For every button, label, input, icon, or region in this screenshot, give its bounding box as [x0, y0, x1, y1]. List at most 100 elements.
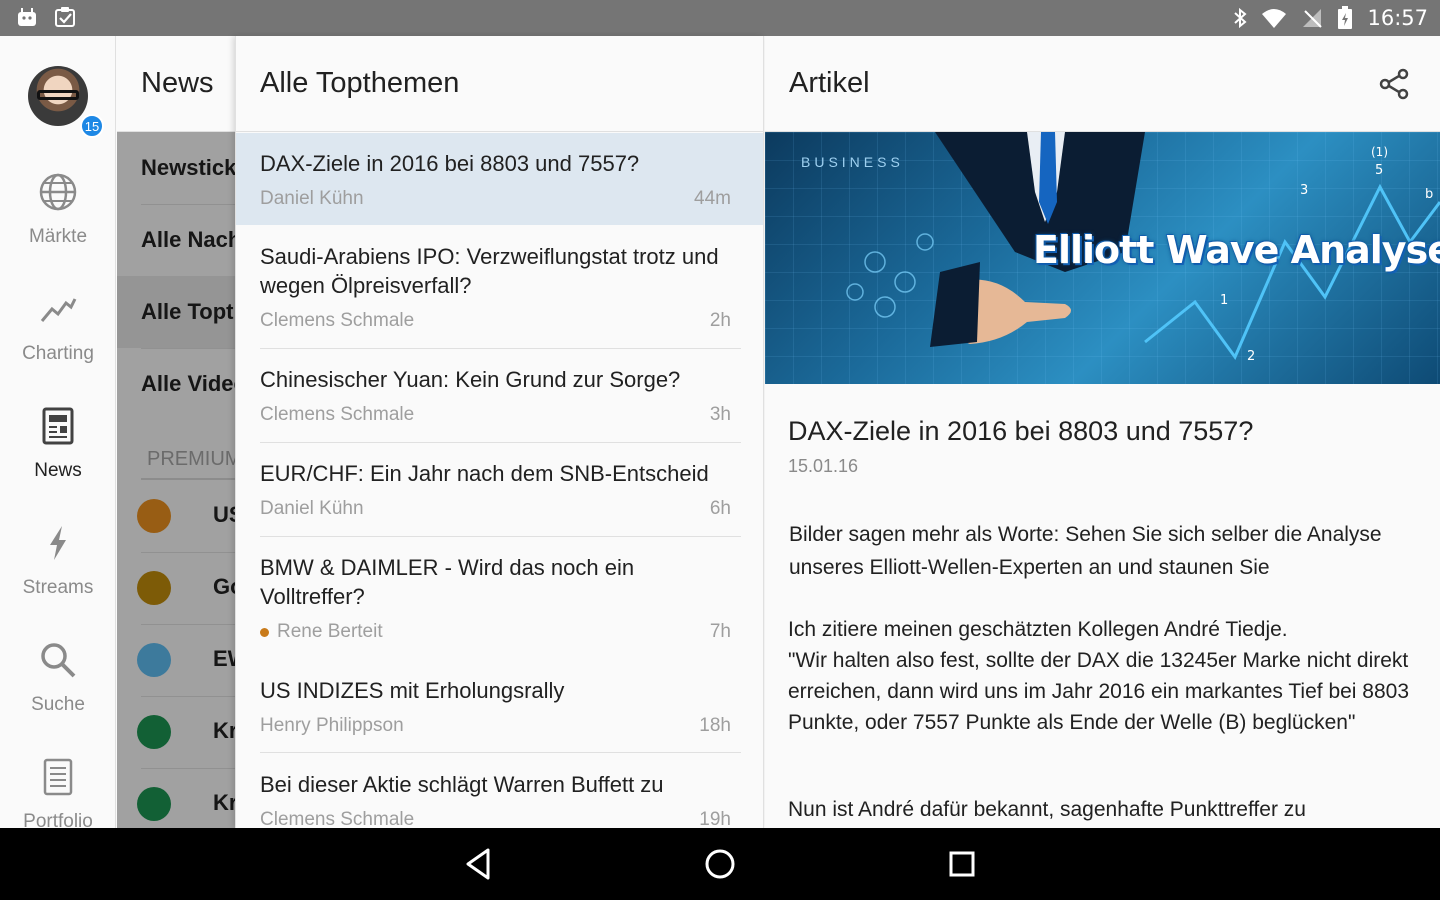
article-title: Saudi-Arabiens IPO: Verzweiflungstat tro…	[260, 244, 719, 298]
article-hero-image: BUSINESS 1 2 3 5 (1) b Elliott Wave Anal…	[765, 132, 1440, 384]
svg-text:3: 3	[1300, 183, 1308, 198]
rail-item-portfolio[interactable]: Portfolio	[0, 747, 115, 828]
color-dot	[137, 499, 171, 533]
rail-item-label: Märkte	[28, 226, 88, 247]
notification-badge: 15	[80, 114, 104, 138]
home-icon[interactable]	[702, 846, 738, 882]
rail-item-label: Streams	[22, 577, 94, 598]
premium-item-label: Go	[213, 574, 235, 599]
rail-item-streams[interactable]: Streams	[0, 513, 115, 623]
svg-text:b: b	[1425, 187, 1433, 202]
list-item[interactable]: Bei dieser Aktie schlägt Warren Buffett …	[236, 754, 763, 828]
clock: 16:57	[1367, 6, 1428, 30]
rail-item-label: Portfolio	[23, 811, 93, 828]
category-pane-title: News	[117, 36, 235, 132]
article-paragraph: Nun ist André dafür bekannt, sagenhafte …	[788, 798, 1306, 821]
rail-item-suche[interactable]: Suche	[0, 630, 115, 740]
list-item[interactable]: Saudi-Arabiens IPO: Verzweiflungstat tro…	[236, 226, 763, 348]
bluetooth-icon	[1234, 7, 1248, 29]
share-icon[interactable]	[1378, 68, 1410, 100]
newspaper-icon	[42, 407, 74, 445]
category-item-alle-topthemen[interactable]: Alle Topthemen	[117, 276, 235, 348]
list-item[interactable]: EUR/CHF: Ein Jahr nach dem SNB-Entscheid…	[236, 443, 763, 537]
article-paragraph: Ich zitiere meinen geschätzten Kollegen …	[788, 618, 1410, 734]
category-item-newsticker[interactable]: Newsticker	[117, 132, 235, 204]
avatar[interactable]	[28, 66, 88, 126]
rail-item-label: Charting	[22, 343, 94, 364]
category-list: Newsticker Alle Nachrichten Alle Topthem…	[117, 132, 235, 828]
search-icon	[41, 643, 76, 678]
navigation-rail: 15 Märkte Charting News Streams Suche Po…	[0, 36, 116, 828]
article-author: Clemens Schmale	[260, 809, 415, 828]
back-icon[interactable]	[460, 846, 496, 882]
article-date: 15.01.16	[788, 456, 859, 476]
article-age: 2h	[709, 310, 731, 331]
detail-pane-title: Artikel	[789, 67, 870, 99]
svg-text:(1): (1)	[1371, 145, 1388, 159]
category-pane: News Newsticker Alle Nachrichten Alle To…	[117, 36, 235, 828]
article-title: Bei dieser Aktie schlägt Warren Buffett …	[260, 772, 664, 797]
detail-header: Artikel	[765, 36, 1440, 132]
color-dot	[137, 571, 171, 605]
article-title: EUR/CHF: Ein Jahr nach dem SNB-Entscheid	[260, 461, 709, 486]
list-item[interactable]: DAX-Ziele in 2016 bei 8803 und 7557? Dan…	[236, 133, 763, 225]
premium-item[interactable]: US	[117, 480, 235, 552]
article-author: Daniel Kühn	[260, 498, 364, 519]
recents-icon[interactable]	[944, 846, 980, 882]
premium-item-label: Kr	[213, 718, 235, 743]
premium-item[interactable]: Kr	[117, 696, 235, 768]
premium-item[interactable]: Go	[117, 552, 235, 624]
svg-text:5: 5	[1375, 163, 1383, 178]
article-author: Daniel Kühn	[260, 188, 364, 209]
article-list-pane: Alle Topthemen DAX-Ziele in 2016 bei 880…	[235, 36, 764, 828]
color-dot	[137, 715, 171, 749]
battery-charging-icon	[1338, 6, 1353, 29]
article-age: 44m	[694, 188, 731, 209]
article-age: 7h	[709, 621, 731, 642]
article-author: Henry Philippson	[260, 715, 404, 736]
article-title: BMW & DAIMLER - Wird das noch ein Volltr…	[260, 555, 635, 609]
article-detail-pane: Artikel BUSINESS 1 2 3 5 (1) b Elliott W…	[765, 36, 1440, 828]
category-item-alle-nachrichten[interactable]: Alle Nachrichten	[117, 204, 235, 276]
color-dot	[137, 643, 171, 677]
article-paragraph: Bilder sagen mehr als Worte: Sehen Sie s…	[789, 523, 1382, 579]
premium-dot	[260, 627, 269, 637]
svg-text:2: 2	[1247, 349, 1255, 364]
list-item[interactable]: Chinesischer Yuan: Kein Grund zur Sorge?…	[236, 349, 763, 443]
article-title: Chinesischer Yuan: Kein Grund zur Sorge?	[260, 367, 681, 392]
premium-section-label: PREMIUM	[147, 448, 235, 470]
wifi-icon	[1262, 9, 1287, 28]
article-age: 3h	[709, 404, 731, 425]
rail-item-charting[interactable]: Charting	[0, 279, 115, 389]
article-title: DAX-Ziele in 2016 bei 8803 und 7557?	[260, 151, 640, 176]
svg-text:1: 1	[1220, 293, 1228, 308]
premium-item[interactable]: EW	[117, 624, 235, 696]
article-headline: DAX-Ziele in 2016 bei 8803 und 7557?	[788, 416, 1254, 446]
globe-icon	[39, 173, 77, 211]
android-notification-icon	[18, 8, 36, 26]
article-list-title: Alle Topthemen	[236, 36, 763, 132]
premium-item-label: US	[213, 502, 235, 527]
no-signal-icon	[1303, 9, 1323, 28]
list-item[interactable]: BMW & DAIMLER - Wird das noch ein Volltr…	[236, 537, 763, 659]
hero-title: Elliott Wave Analysen	[1033, 228, 1440, 272]
list-item[interactable]: US INDIZES mit Erholungsrally Henry Phil…	[236, 660, 763, 752]
chart-line-icon	[40, 298, 77, 322]
premium-item[interactable]: Kr	[117, 768, 235, 828]
list-icon	[43, 758, 73, 796]
rail-item-maerkte[interactable]: Märkte	[0, 162, 115, 272]
status-bar: 16:57	[0, 0, 1440, 36]
category-item-alle-videos[interactable]: Alle Videos	[117, 348, 235, 420]
article-age: 6h	[709, 498, 731, 519]
lightning-icon	[50, 526, 66, 560]
rail-item-news[interactable]: News	[0, 396, 115, 506]
article-author: Rene Berteit	[260, 621, 383, 643]
premium-item-label: EW	[213, 646, 235, 671]
premium-item-label: Kr	[213, 790, 235, 815]
article-author: Clemens Schmale	[260, 310, 415, 331]
clipboard-check-icon	[55, 7, 75, 27]
color-dot	[137, 787, 171, 821]
rail-item-label: Suche	[31, 694, 85, 715]
article-title: US INDIZES mit Erholungsrally	[260, 678, 565, 703]
article-age: 19h	[699, 809, 731, 828]
